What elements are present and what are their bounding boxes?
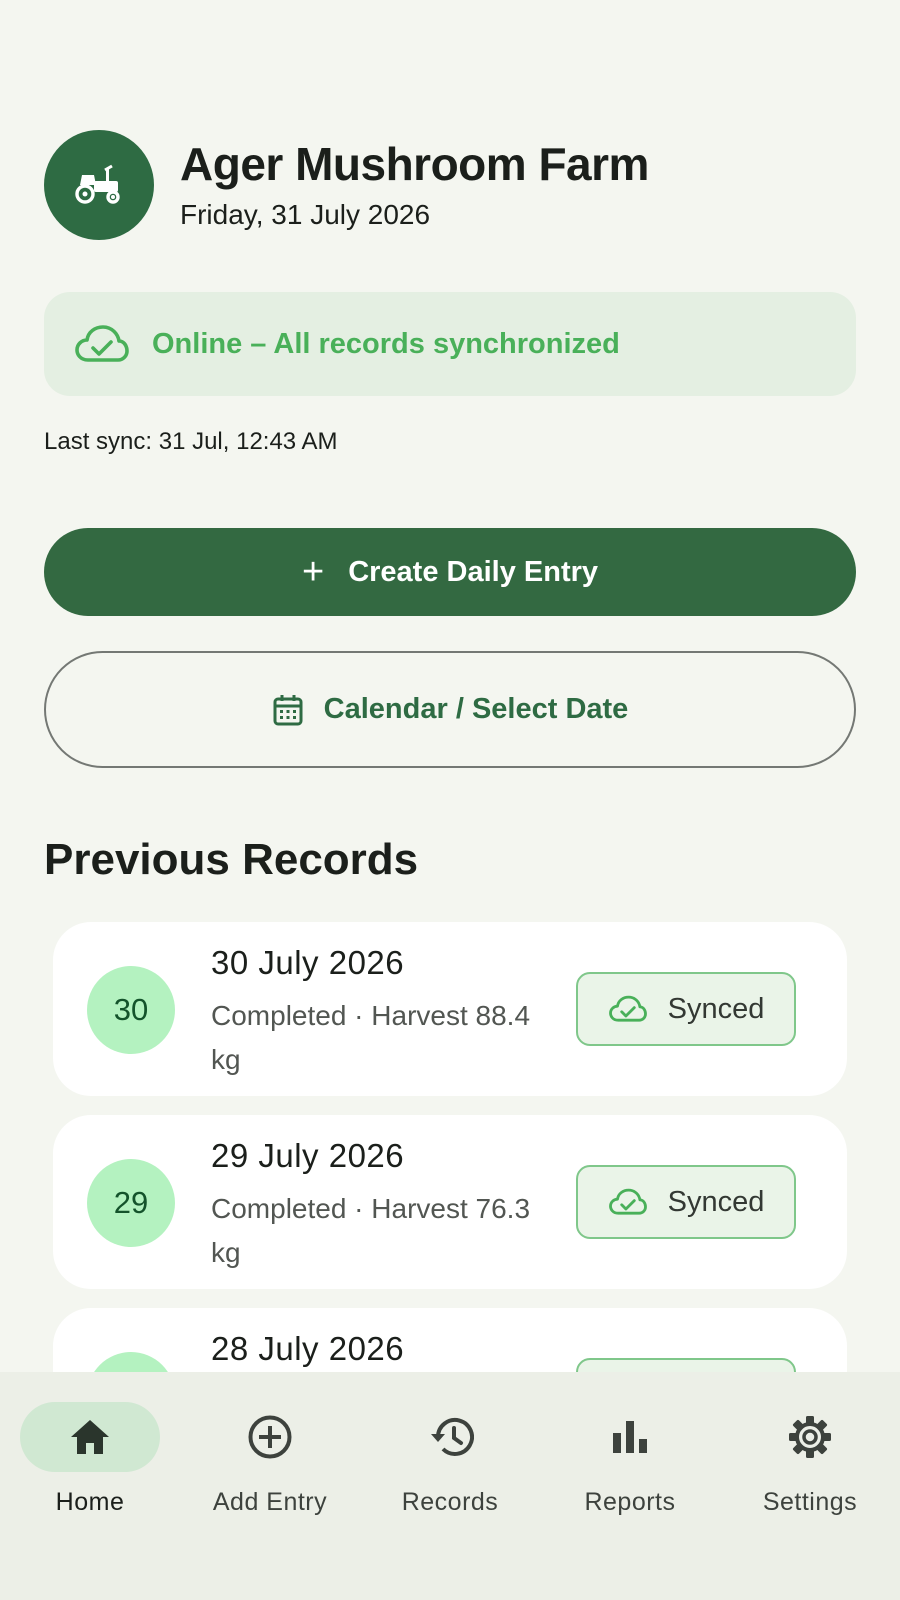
synced-label: Synced	[667, 1185, 765, 1218]
add-circle-icon	[248, 1415, 292, 1459]
nav-label: Add Entry	[212, 1488, 328, 1516]
nav-add-entry[interactable]: Add Entry	[180, 1372, 360, 1600]
cloud-check-icon	[608, 1188, 647, 1215]
tractor-icon	[75, 164, 120, 204]
page-title: Ager Mushroom Farm	[180, 137, 649, 190]
nav-settings[interactable]: Settings	[720, 1372, 900, 1600]
nav-reports[interactable]: Reports	[540, 1372, 720, 1600]
farm-avatar	[44, 130, 154, 240]
calendar-icon	[273, 694, 303, 725]
calendar-select-date-button[interactable]: Calendar / Select Date	[44, 651, 856, 768]
sync-status-text: Online – All records synchronized	[152, 327, 620, 360]
record-meta: Completed · Harvest 76.3 kg	[211, 1193, 531, 1268]
cloud-check-icon	[75, 325, 129, 362]
nav-home[interactable]: Home	[0, 1372, 180, 1600]
record-meta: Completed · Harvest 88.4 kg	[211, 1000, 531, 1075]
header: Ager Mushroom Farm Friday, 31 July 2026	[44, 130, 649, 240]
calendar-select-date-label: Calendar / Select Date	[323, 693, 629, 725]
record-date: 30 July 2026	[211, 944, 405, 981]
nav-records[interactable]: Records	[360, 1372, 540, 1600]
nav-label: Reports	[584, 1488, 676, 1516]
previous-records-title: Previous Records	[44, 835, 419, 884]
record-date: 29 July 2026	[211, 1137, 405, 1174]
nav-label: Settings	[762, 1488, 858, 1516]
nav-indicator	[20, 1402, 160, 1472]
day-badge: 30	[87, 966, 175, 1054]
record-date: 28 July 2026	[211, 1330, 405, 1367]
history-icon	[431, 1417, 474, 1456]
record-card-29[interactable]: 29 29 July 2026 Completed · Harvest 76.3…	[53, 1115, 847, 1289]
sync-status-banner: Online – All records synchronized	[44, 292, 856, 396]
create-daily-entry-button[interactable]: + Create Daily Entry	[44, 528, 856, 616]
home-icon	[71, 1420, 109, 1454]
last-sync-time: Last sync: 31 Jul, 12:43 AM	[44, 428, 338, 455]
nav-label: Home	[55, 1488, 125, 1516]
cloud-check-icon	[608, 995, 647, 1022]
day-badge: 29	[87, 1159, 175, 1247]
plus-icon: +	[301, 551, 325, 593]
record-card-30[interactable]: 30 30 July 2026 Completed · Harvest 88.4…	[53, 922, 847, 1096]
synced-badge: Synced	[576, 972, 796, 1046]
bar-chart-icon	[613, 1421, 647, 1453]
synced-label: Synced	[667, 992, 765, 1025]
bottom-navigation: Home Add Entry Records Reports Settings	[0, 1372, 900, 1600]
create-daily-entry-label: Create Daily Entry	[348, 555, 599, 588]
nav-label: Records	[401, 1488, 499, 1516]
synced-badge: Synced	[576, 1165, 796, 1239]
app-screen: Ager Mushroom Farm Friday, 31 July 2026 …	[0, 0, 900, 1600]
gear-icon	[789, 1416, 831, 1458]
current-date: Friday, 31 July 2026	[180, 199, 431, 231]
